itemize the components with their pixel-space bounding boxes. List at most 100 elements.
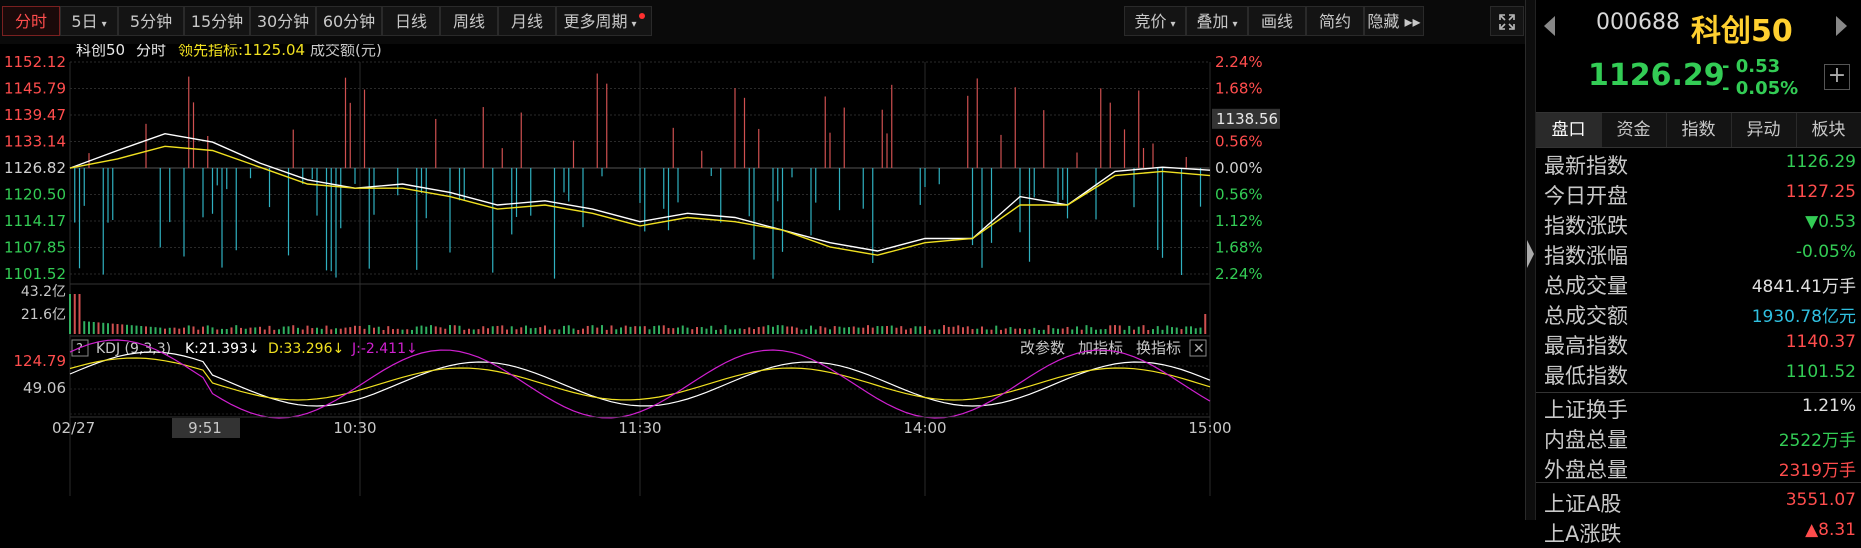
y-tick-right: 1.68% bbox=[1215, 80, 1263, 98]
prev-arrow-icon[interactable] bbox=[1544, 16, 1555, 36]
leading-indicator: 领先指标:1125.04 bbox=[178, 44, 305, 59]
divider bbox=[1536, 392, 1861, 393]
quote-row-value: 4841.41万手 bbox=[1751, 277, 1856, 297]
quote-tab-1[interactable]: 资金 bbox=[1601, 113, 1667, 147]
tab-label: 月线 bbox=[510, 12, 543, 31]
x-tick: 11:30 bbox=[618, 419, 661, 437]
vol-tick-top: 43.2亿 bbox=[21, 284, 66, 300]
quote-row-value: 1140.37 bbox=[1785, 332, 1856, 352]
stock-code: 000688 bbox=[1596, 10, 1680, 35]
quote-row-label: 最高指数 bbox=[1544, 334, 1628, 358]
quote-row: 外盘总量 2319万手 bbox=[1544, 454, 1856, 484]
quote-row: 上A涨跌 ▲8.31 bbox=[1544, 518, 1856, 548]
tab-label: 5分钟 bbox=[129, 12, 173, 31]
tool-4[interactable]: 隐藏 ▸▸ bbox=[1364, 6, 1424, 36]
tab-3[interactable]: 15分钟 bbox=[184, 6, 250, 36]
quote-row-label: 上证换手 bbox=[1544, 398, 1628, 422]
tab-8[interactable]: 月线 bbox=[498, 6, 556, 36]
fullscreen-button[interactable] bbox=[1490, 6, 1524, 36]
tab-label: 更多周期 bbox=[563, 12, 628, 31]
tab-5[interactable]: 60分钟 bbox=[316, 6, 382, 36]
quote-panel: 000688 科创50 1126.29 - 0.53 - 0.05% + 盘口资… bbox=[1535, 0, 1861, 546]
intraday-chart[interactable]: 科创50 分时 领先指标:1125.04 成交额(元) 1152.12 2.24% 1145… bbox=[0, 41, 1525, 520]
quote-row: 最新指数 1126.29 bbox=[1544, 150, 1856, 180]
tab-7[interactable]: 周线 bbox=[440, 6, 498, 36]
tab-1[interactable]: 5日 ▾ bbox=[60, 6, 118, 36]
chevron-down-icon: ▾ bbox=[101, 19, 107, 30]
divider bbox=[1536, 482, 1861, 483]
tab-6[interactable]: 日线 bbox=[382, 6, 440, 36]
tab-label: 日线 bbox=[394, 12, 427, 31]
kdj-btn-2: 换指标 bbox=[1136, 339, 1181, 357]
chart-mode: 分时 bbox=[136, 44, 166, 59]
tool-2[interactable]: 画线 bbox=[1248, 6, 1306, 36]
y-tick-left: 1139.47 bbox=[4, 106, 66, 124]
toolbar: 分时 5日 ▾ 5分钟 15分钟 30分钟 60分钟 日线 周线 月线 更多周期 ▾ 竞价 ▾ 叠加 ▾ 画线… bbox=[0, 0, 1530, 44]
quote-row: 最低指数 1101.52 bbox=[1544, 360, 1856, 390]
y-tick-right: 2.24% bbox=[1215, 265, 1263, 283]
tool-label: 简约 bbox=[1318, 12, 1351, 31]
chart-area[interactable]: 科创50 分时 领先指标:1125.04 成交额(元) 1152.12 2.24% 1145… bbox=[0, 41, 1530, 520]
next-arrow-icon[interactable] bbox=[1836, 16, 1847, 36]
quote-row-value: 1.21% bbox=[1801, 396, 1856, 416]
y-tick-right: 0.56% bbox=[1215, 133, 1263, 151]
kdj-tick-top: 124.79 bbox=[14, 352, 67, 370]
quote-row-value: -0.05% bbox=[1795, 242, 1856, 262]
quote-row-label: 指数涨跌 bbox=[1544, 214, 1628, 238]
quote-row: 指数涨幅 -0.05% bbox=[1544, 240, 1856, 270]
collapse-arrow-icon[interactable] bbox=[1527, 240, 1534, 268]
y-tick-left: 1107.85 bbox=[4, 239, 66, 257]
volume-label: 成交额(元) bbox=[310, 44, 382, 59]
tab-label: 15分钟 bbox=[190, 12, 244, 31]
tool-0[interactable]: 竞价 ▾ bbox=[1124, 6, 1186, 36]
add-watchlist-button[interactable]: + bbox=[1824, 64, 1850, 90]
kdj-name: KDJ (9,3,3) bbox=[96, 341, 171, 357]
x-tick: 9:51 bbox=[188, 419, 222, 437]
tab-9[interactable]: 更多周期 ▾ bbox=[556, 6, 652, 36]
tool-label: 隐藏 ▸▸ bbox=[1367, 12, 1421, 31]
quote-row-value: 1126.29 bbox=[1785, 152, 1856, 172]
change-pct: - 0.05% bbox=[1722, 78, 1799, 99]
kdj-btn-0: 改参数 bbox=[1020, 339, 1065, 357]
tool-1[interactable]: 叠加 ▾ bbox=[1186, 6, 1248, 36]
quote-tab-3[interactable]: 异动 bbox=[1731, 113, 1797, 147]
tool-3[interactable]: 简约 bbox=[1306, 6, 1364, 36]
notify-dot-icon bbox=[638, 13, 645, 19]
tool-label: 竞价 bbox=[1134, 12, 1167, 31]
quote-tab-4[interactable]: 板块 bbox=[1796, 113, 1861, 147]
quote-tab-0[interactable]: 盘口 bbox=[1536, 113, 1602, 147]
quote-row-label: 最低指数 bbox=[1544, 364, 1628, 388]
quote-tab-2[interactable]: 指数 bbox=[1666, 113, 1732, 147]
quote-row: 指数涨跌 ▼0.53 bbox=[1544, 210, 1856, 240]
tab-2[interactable]: 5分钟 bbox=[118, 6, 184, 36]
y-tick-left: 1101.52 bbox=[4, 265, 66, 283]
quote-row-label: 内盘总量 bbox=[1544, 428, 1628, 452]
quote-row-value: 1930.78亿元 bbox=[1751, 307, 1856, 327]
y-tick-right: 0.00% bbox=[1215, 159, 1263, 177]
tool-label: 画线 bbox=[1260, 12, 1293, 31]
quote-row: 最高指数 1140.37 bbox=[1544, 330, 1856, 360]
quote-row-label: 上A涨跌 bbox=[1544, 522, 1622, 546]
tab-4[interactable]: 30分钟 bbox=[250, 6, 316, 36]
y-tick-right: 1.12% bbox=[1215, 212, 1263, 230]
vol-tick-mid: 21.6亿 bbox=[21, 307, 66, 323]
x-tick: 02/27 bbox=[52, 419, 95, 437]
x-tick: 15:00 bbox=[1188, 419, 1231, 437]
tab-0[interactable]: 分时 bbox=[2, 6, 60, 36]
x-tick: 10:30 bbox=[333, 419, 376, 437]
chart-name: 科创50 bbox=[76, 44, 125, 59]
latest-price: 1126.29 bbox=[1588, 58, 1725, 93]
chevron-down-icon: ▾ bbox=[1170, 19, 1176, 30]
tab-label: 5日 bbox=[71, 12, 98, 31]
quote-row: 总成交量 4841.41万手 bbox=[1544, 270, 1856, 300]
quote-row-label: 最新指数 bbox=[1544, 154, 1628, 178]
tab-label: 60分钟 bbox=[322, 12, 376, 31]
y-tick-left: 1152.12 bbox=[4, 53, 66, 71]
quote-row-value: 2522万手 bbox=[1778, 431, 1856, 451]
y-tick-right: 2.24% bbox=[1215, 53, 1263, 71]
y-tick-left: 1133.14 bbox=[4, 133, 66, 151]
quote-row-value: 1127.25 bbox=[1785, 182, 1856, 202]
kdj-tick-mid: 49.06 bbox=[23, 379, 66, 397]
tool-label: 叠加 bbox=[1196, 12, 1229, 31]
quote-row-value: 2319万手 bbox=[1778, 461, 1856, 481]
